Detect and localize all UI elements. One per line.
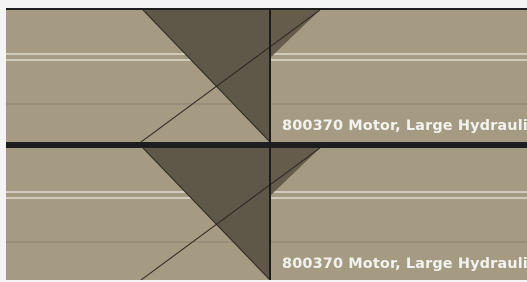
clip-label: 800370 Motor, Large Hydraulic xyxy=(282,118,527,134)
clip-label: 800370 Motor, Large Hydraulic xyxy=(282,256,527,272)
timeline-area: 800370 Motor, Large Hydraulic 800370 Mot… xyxy=(6,8,527,280)
video-track-2[interactable]: 800370 Motor, Large Hydraulic xyxy=(6,148,527,280)
video-track-1[interactable]: 800370 Motor, Large Hydraulic xyxy=(6,10,527,142)
